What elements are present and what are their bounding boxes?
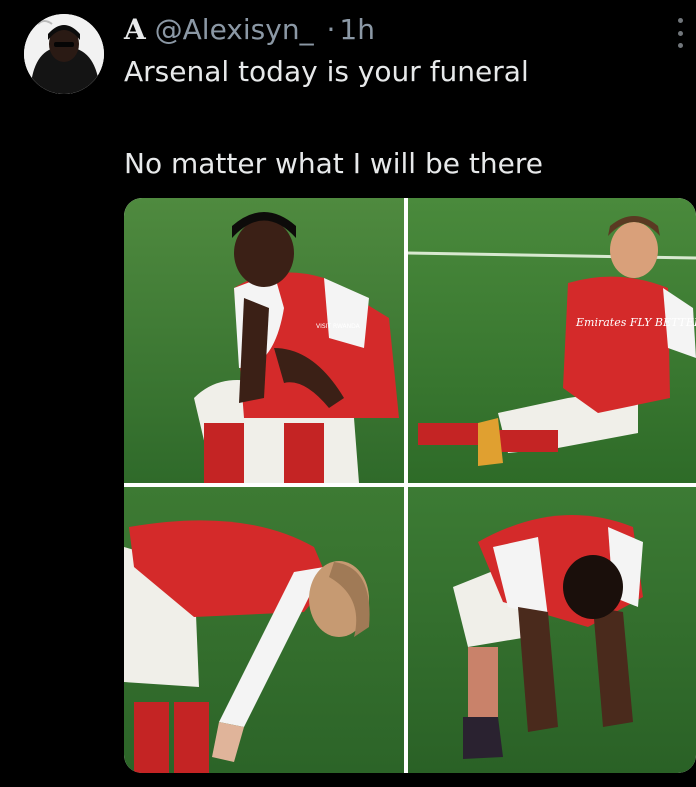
tweet: A @Alexisyn_ · 1h Arsenal today is your f…	[0, 0, 696, 787]
tweet-timestamp[interactable]: 1h	[339, 13, 375, 46]
author-handle[interactable]: @Alexisyn_	[155, 13, 314, 46]
shirt-sponsor-text: Emirates FLY BETTER	[575, 316, 696, 329]
separator-dot: ·	[326, 13, 336, 46]
tweet-media-grid[interactable]: VISIT RWANDA Emirates FLY BETTER	[124, 198, 696, 773]
author-name[interactable]: A	[124, 13, 146, 46]
tweet-text-line: No matter what I will be there	[124, 147, 543, 180]
media-image-player-bending[interactable]	[124, 487, 404, 773]
media-image-player-hands-knees[interactable]	[408, 487, 696, 773]
user-avatar-icon	[24, 14, 104, 94]
media-image-player-crouching[interactable]: VISIT RWANDA	[124, 198, 404, 483]
more-options-button[interactable]	[674, 18, 686, 48]
shirt-sponsor-text: VISIT RWANDA	[316, 323, 361, 330]
more-vertical-icon	[677, 18, 683, 23]
media-image-player-sitting[interactable]: Emirates FLY BETTER	[408, 198, 696, 483]
user-avatar[interactable]	[24, 14, 104, 94]
tweet-header: A @Alexisyn_ · 1h	[124, 12, 375, 48]
tweet-text-line: Arsenal today is your funeral	[124, 55, 529, 88]
